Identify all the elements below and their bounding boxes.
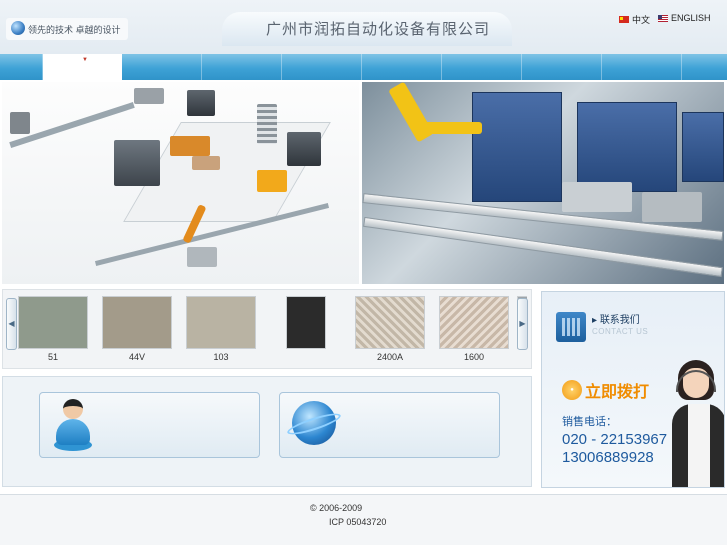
phone-icon: [556, 312, 586, 342]
main-nav: ▼: [0, 54, 727, 80]
nav-item-9[interactable]: [602, 54, 682, 80]
contact-panel: ▸ 联系我们 CONTACT US ● 立即拨打 销售电话： 020 - 221…: [541, 291, 725, 488]
sales-phone-label: 销售电话：: [562, 415, 617, 428]
product-item[interactable]: 103: [186, 296, 256, 363]
globe-icon: [11, 21, 25, 35]
contact-title[interactable]: ▸ 联系我们: [592, 311, 640, 326]
forklift: [257, 170, 287, 192]
contact-subtitle: CONTACT US: [592, 327, 649, 336]
header: 领先的技术 卓越的设计 广州市润拓自动化设备有限公司 中文 ENGLISH: [0, 0, 727, 54]
product-image[interactable]: [18, 296, 88, 349]
workpiece: [642, 192, 702, 222]
machine-block: [187, 90, 215, 116]
footer: © 2006-2009 ICP 05043720: [0, 495, 727, 545]
machine-block: [187, 247, 217, 267]
product-label: 103: [213, 352, 229, 362]
lang-english-label: ENGLISH: [671, 13, 711, 23]
product-image[interactable]: [439, 296, 509, 349]
site-title: 广州市润拓自动化设备有限公司: [266, 20, 491, 38]
banner-production-photo: [362, 82, 724, 284]
product-image[interactable]: [186, 296, 256, 349]
nav-item-6[interactable]: [362, 54, 442, 80]
nav-item-8[interactable]: [522, 54, 602, 80]
globe-network-icon: [285, 401, 343, 445]
pallet-boxes: [170, 136, 210, 156]
machine-block: [134, 88, 164, 104]
product-label: [286, 352, 326, 363]
machine-block: [114, 140, 160, 186]
cnc-machine: [577, 102, 677, 192]
call-badge-icon: ●: [562, 380, 582, 400]
service-panel: [2, 376, 532, 487]
product-label: 2400A: [376, 352, 404, 362]
carousel-next-button[interactable]: ▶: [517, 298, 528, 350]
product-image[interactable]: [102, 296, 172, 349]
support-agent-image: [672, 360, 724, 487]
nav-item-3[interactable]: [122, 54, 202, 80]
lang-chinese-link[interactable]: 中文: [619, 13, 650, 26]
cnc-machine: [472, 92, 562, 202]
nav-item-4[interactable]: [202, 54, 282, 80]
cnc-machine: [682, 112, 724, 182]
nav-item-1[interactable]: [0, 54, 43, 80]
page: 领先的技术 卓越的设计 广州市润拓自动化设备有限公司 中文 ENGLISH ▼: [0, 0, 727, 545]
machine-block: [287, 132, 321, 166]
product-item[interactable]: 44V: [102, 296, 172, 363]
product-image[interactable]: [355, 296, 425, 349]
pallet-boxes: [192, 156, 220, 170]
lang-chinese-label: 中文: [632, 15, 651, 25]
product-label: 44V: [128, 352, 145, 362]
product-image[interactable]: [286, 296, 326, 349]
nav-item-5[interactable]: [282, 54, 362, 80]
product-item[interactable]: 1600: [439, 296, 509, 363]
carousel-prev-button[interactable]: ◀: [6, 298, 17, 350]
product-label: 51: [47, 352, 58, 362]
workpiece: [562, 182, 632, 212]
product-label: 1600: [463, 352, 485, 362]
customer-service-box[interactable]: [39, 392, 260, 458]
nav-item-home[interactable]: ▼: [43, 54, 122, 80]
slogan: 领先的技术 卓越的设计: [28, 25, 121, 35]
nav-item-7[interactable]: [442, 54, 522, 80]
copyright-text: © 2006-2009: [310, 503, 363, 513]
banner-factory-illustration: [2, 82, 359, 284]
phone-number-mobile: 13006889928: [562, 449, 654, 466]
product-item[interactable]: [286, 296, 326, 363]
caret-down-icon: ▼: [82, 57, 88, 63]
product-item[interactable]: 51: [18, 296, 88, 363]
china-flag-icon: [619, 16, 629, 23]
robot-arm: [422, 122, 482, 134]
us-flag-icon: [658, 14, 668, 22]
machine-block: [10, 112, 30, 134]
icp-license: ICP 05043720: [329, 517, 387, 527]
product-item[interactable]: 2400A: [355, 296, 425, 363]
product-carousel: ◀ 51 44V 103 2400A 1600 ▶: [2, 289, 532, 369]
network-box[interactable]: [279, 392, 500, 458]
storage-rack: [257, 104, 277, 144]
customer-service-icon: [54, 399, 92, 451]
call-now-text: 立即拨打: [585, 382, 650, 401]
phone-number-landline: 020 - 22153967: [562, 431, 668, 448]
nav-item-10[interactable]: [682, 54, 727, 80]
slogan-box: 领先的技术 卓越的设计: [6, 18, 128, 40]
lang-english-link[interactable]: ENGLISH: [658, 13, 711, 23]
